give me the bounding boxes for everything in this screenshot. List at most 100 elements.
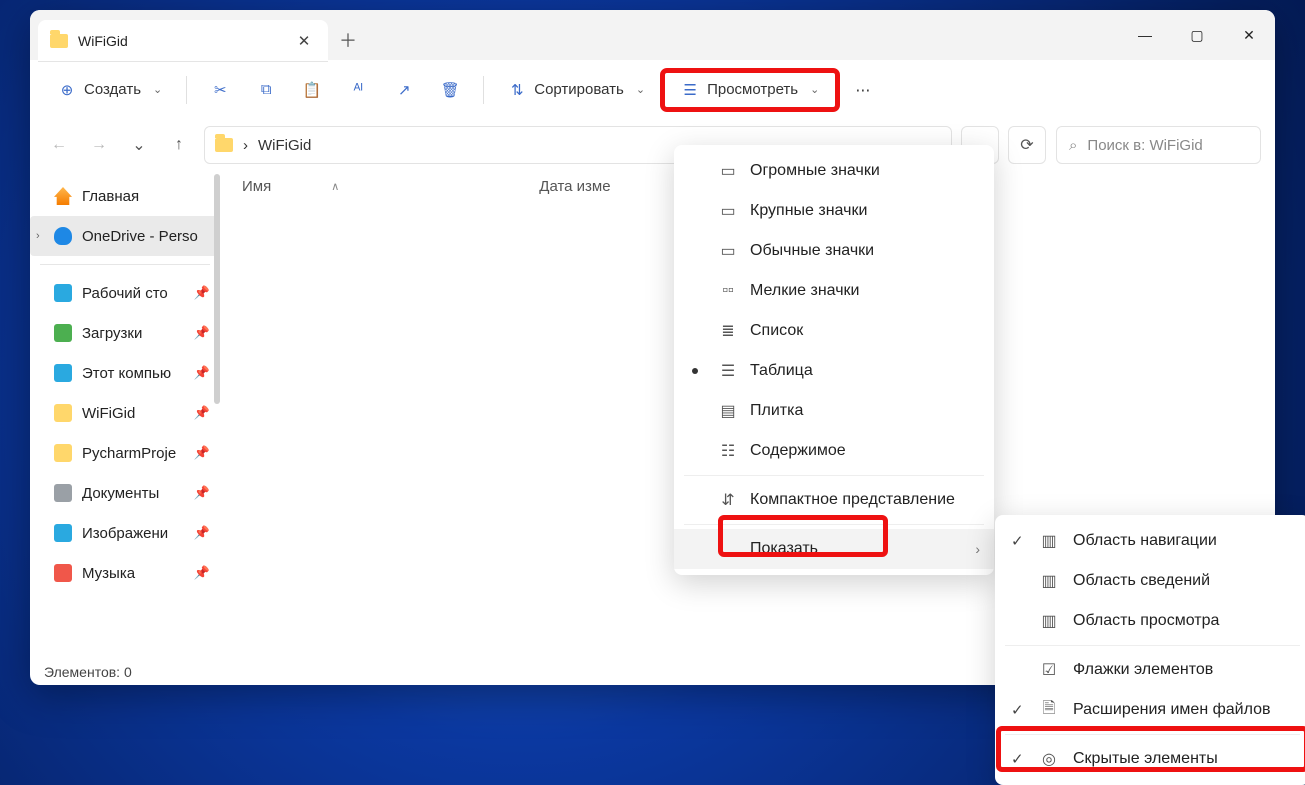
window-controls: ― ▢ ✕ [1119, 10, 1275, 60]
menu-compact-view[interactable]: ⇵ Компактное представление [674, 480, 994, 520]
cut-button[interactable]: ✂ [201, 71, 239, 109]
sort-button[interactable]: ⇅ Сортировать ⌄ [498, 71, 655, 109]
menu-label: Флажки элементов [1073, 661, 1213, 679]
view-label: Просмотреть [707, 81, 798, 98]
menu-view-option[interactable]: ≣ Список [674, 311, 994, 351]
divider [1005, 734, 1300, 735]
menu-label: Область просмотра [1073, 612, 1219, 630]
sidebar-item[interactable]: Рабочий сто📌 [30, 273, 220, 313]
sidebar-home[interactable]: Главная [30, 176, 220, 216]
up-button[interactable]: ↑ [164, 130, 194, 160]
sidebar-label: Рабочий сто [82, 285, 168, 302]
sidebar-label: PycharmProje [82, 445, 176, 462]
show-option-icon: ▥ [1039, 531, 1059, 551]
share-button[interactable]: ↗ [385, 71, 423, 109]
chevron-down-icon: ⌄ [810, 83, 819, 96]
view-button[interactable]: ☰ Просмотреть ⌄ [663, 71, 837, 109]
check-icon: ✓ [1011, 701, 1024, 719]
menu-label: Показать [750, 540, 818, 558]
sidebar-label: WiFiGid [82, 405, 135, 422]
pin-icon: 📌 [194, 485, 210, 501]
menu-label: Крупные значки [750, 202, 867, 220]
menu-label: Скрытые элементы [1073, 750, 1218, 768]
tab-title: WiFiGid [78, 33, 282, 49]
separator [186, 76, 187, 104]
menu-label: Огромные значки [750, 162, 880, 180]
delete-button[interactable]: 🗑 [431, 71, 469, 109]
sidebar-item[interactable]: Этот компью📌 [30, 353, 220, 393]
menu-label: Расширения имен файлов [1073, 701, 1271, 719]
view-icon: ☰ [681, 81, 699, 99]
divider [1005, 645, 1300, 646]
recent-button[interactable]: ⌄ [124, 130, 154, 160]
toolbar: ⊕ Создать ⌄ ✂ ⧉ 📋 ᴬᴵ ↗ 🗑 ⇅ Сортировать ⌄… [30, 60, 1275, 120]
sidebar-label: Этот компью [82, 365, 171, 382]
show-submenu: ✓ ▥ Область навигации ▥Область сведений▥Обл… [995, 515, 1305, 785]
divider [684, 524, 984, 525]
sidebar-item[interactable]: Музыка📌 [30, 553, 220, 593]
search-icon: ⌕ [1069, 137, 1077, 154]
menu-show-option[interactable]: ▥Область просмотра [995, 601, 1305, 641]
minimize-button[interactable]: ― [1119, 10, 1171, 60]
rename-button[interactable]: ᴬᴵ [339, 71, 377, 109]
path-separator: › [243, 137, 248, 154]
folder-icon [50, 34, 68, 48]
sidebar-item[interactable]: PycharmProje📌 [30, 433, 220, 473]
status-text: Элементов: 0 [44, 664, 132, 680]
menu-show-option[interactable]: ▥Область сведений [995, 561, 1305, 601]
copy-button[interactable]: ⧉ [247, 71, 285, 109]
menu-show-option[interactable]: ✓▥Область навигации [995, 521, 1305, 561]
scissors-icon: ✂ [211, 81, 229, 99]
search-input[interactable]: ⌕ Поиск в: WiFiGid [1056, 126, 1261, 164]
menu-view-option[interactable]: ☰Таблица [674, 351, 994, 391]
maximize-button[interactable]: ▢ [1171, 10, 1223, 60]
menu-label: Область навигации [1073, 532, 1217, 550]
column-name[interactable]: Имя ∧ [242, 178, 339, 195]
nav-row: ← → ⌄ ↑ › WiFiGid ⌄ ⟳ ⌕ Поиск в: WiFiGid [30, 120, 1275, 170]
chevron-down-icon: ⌄ [153, 83, 162, 96]
folder-icon [215, 138, 233, 152]
divider [40, 264, 210, 265]
menu-show-option[interactable]: ✓◎Скрытые элементы [995, 739, 1305, 779]
forward-button[interactable]: → [84, 130, 114, 160]
sidebar-item[interactable]: Изображени📌 [30, 513, 220, 553]
path-segment[interactable]: WiFiGid [258, 137, 311, 154]
sidebar-item[interactable]: Документы📌 [30, 473, 220, 513]
refresh-button[interactable]: ⟳ [1008, 126, 1046, 164]
menu-show-option[interactable]: ☑ Флажки элементов [995, 650, 1305, 690]
tab-close-button[interactable]: ✕ [292, 29, 316, 53]
sort-label: Сортировать [534, 81, 624, 98]
pin-icon: 📌 [194, 525, 210, 541]
view-option-icon: ≣ [718, 321, 738, 341]
paste-button[interactable]: 📋 [293, 71, 331, 109]
view-option-icon: ☷ [718, 441, 738, 461]
image-icon [54, 524, 72, 542]
sidebar-item[interactable]: WiFiGid📌 [30, 393, 220, 433]
menu-show[interactable]: Показать › [674, 529, 994, 569]
selected-dot [692, 368, 698, 374]
more-button[interactable]: ⋯ [845, 71, 880, 109]
show-option-icon: ☑ [1039, 660, 1059, 680]
menu-view-option[interactable]: ▭Обычные значки [674, 231, 994, 271]
close-button[interactable]: ✕ [1223, 10, 1275, 60]
search-placeholder: Поиск в: WiFiGid [1087, 137, 1202, 154]
menu-label: Список [750, 322, 803, 340]
home-icon [54, 187, 72, 205]
menu-view-option[interactable]: ▭Огромные значки [674, 151, 994, 191]
back-button[interactable]: ← [44, 130, 74, 160]
rename-icon: ᴬᴵ [349, 81, 367, 99]
menu-view-option[interactable]: ▤Плитка [674, 391, 994, 431]
menu-show-option[interactable]: ✓🗎Расширения имен файлов [995, 690, 1305, 730]
new-button[interactable]: ⊕ Создать ⌄ [48, 71, 172, 109]
new-tab-button[interactable]: ＋ [328, 20, 368, 60]
column-date[interactable]: Дата изме [539, 178, 610, 195]
sidebar: Главная › OneDrive - Perso Рабочий сто📌З… [30, 170, 220, 659]
sidebar-item[interactable]: Загрузки📌 [30, 313, 220, 353]
menu-view-option[interactable]: ▭Крупные значки [674, 191, 994, 231]
tab-wifigid[interactable]: WiFiGid ✕ [38, 20, 328, 62]
menu-view-option[interactable]: ▫▫Мелкие значки [674, 271, 994, 311]
menu-label: Компактное представление [750, 491, 955, 509]
menu-view-option[interactable]: ☷Содержимое [674, 431, 994, 471]
sidebar-onedrive[interactable]: › OneDrive - Perso [30, 216, 220, 256]
sidebar-label: Загрузки [82, 325, 142, 342]
